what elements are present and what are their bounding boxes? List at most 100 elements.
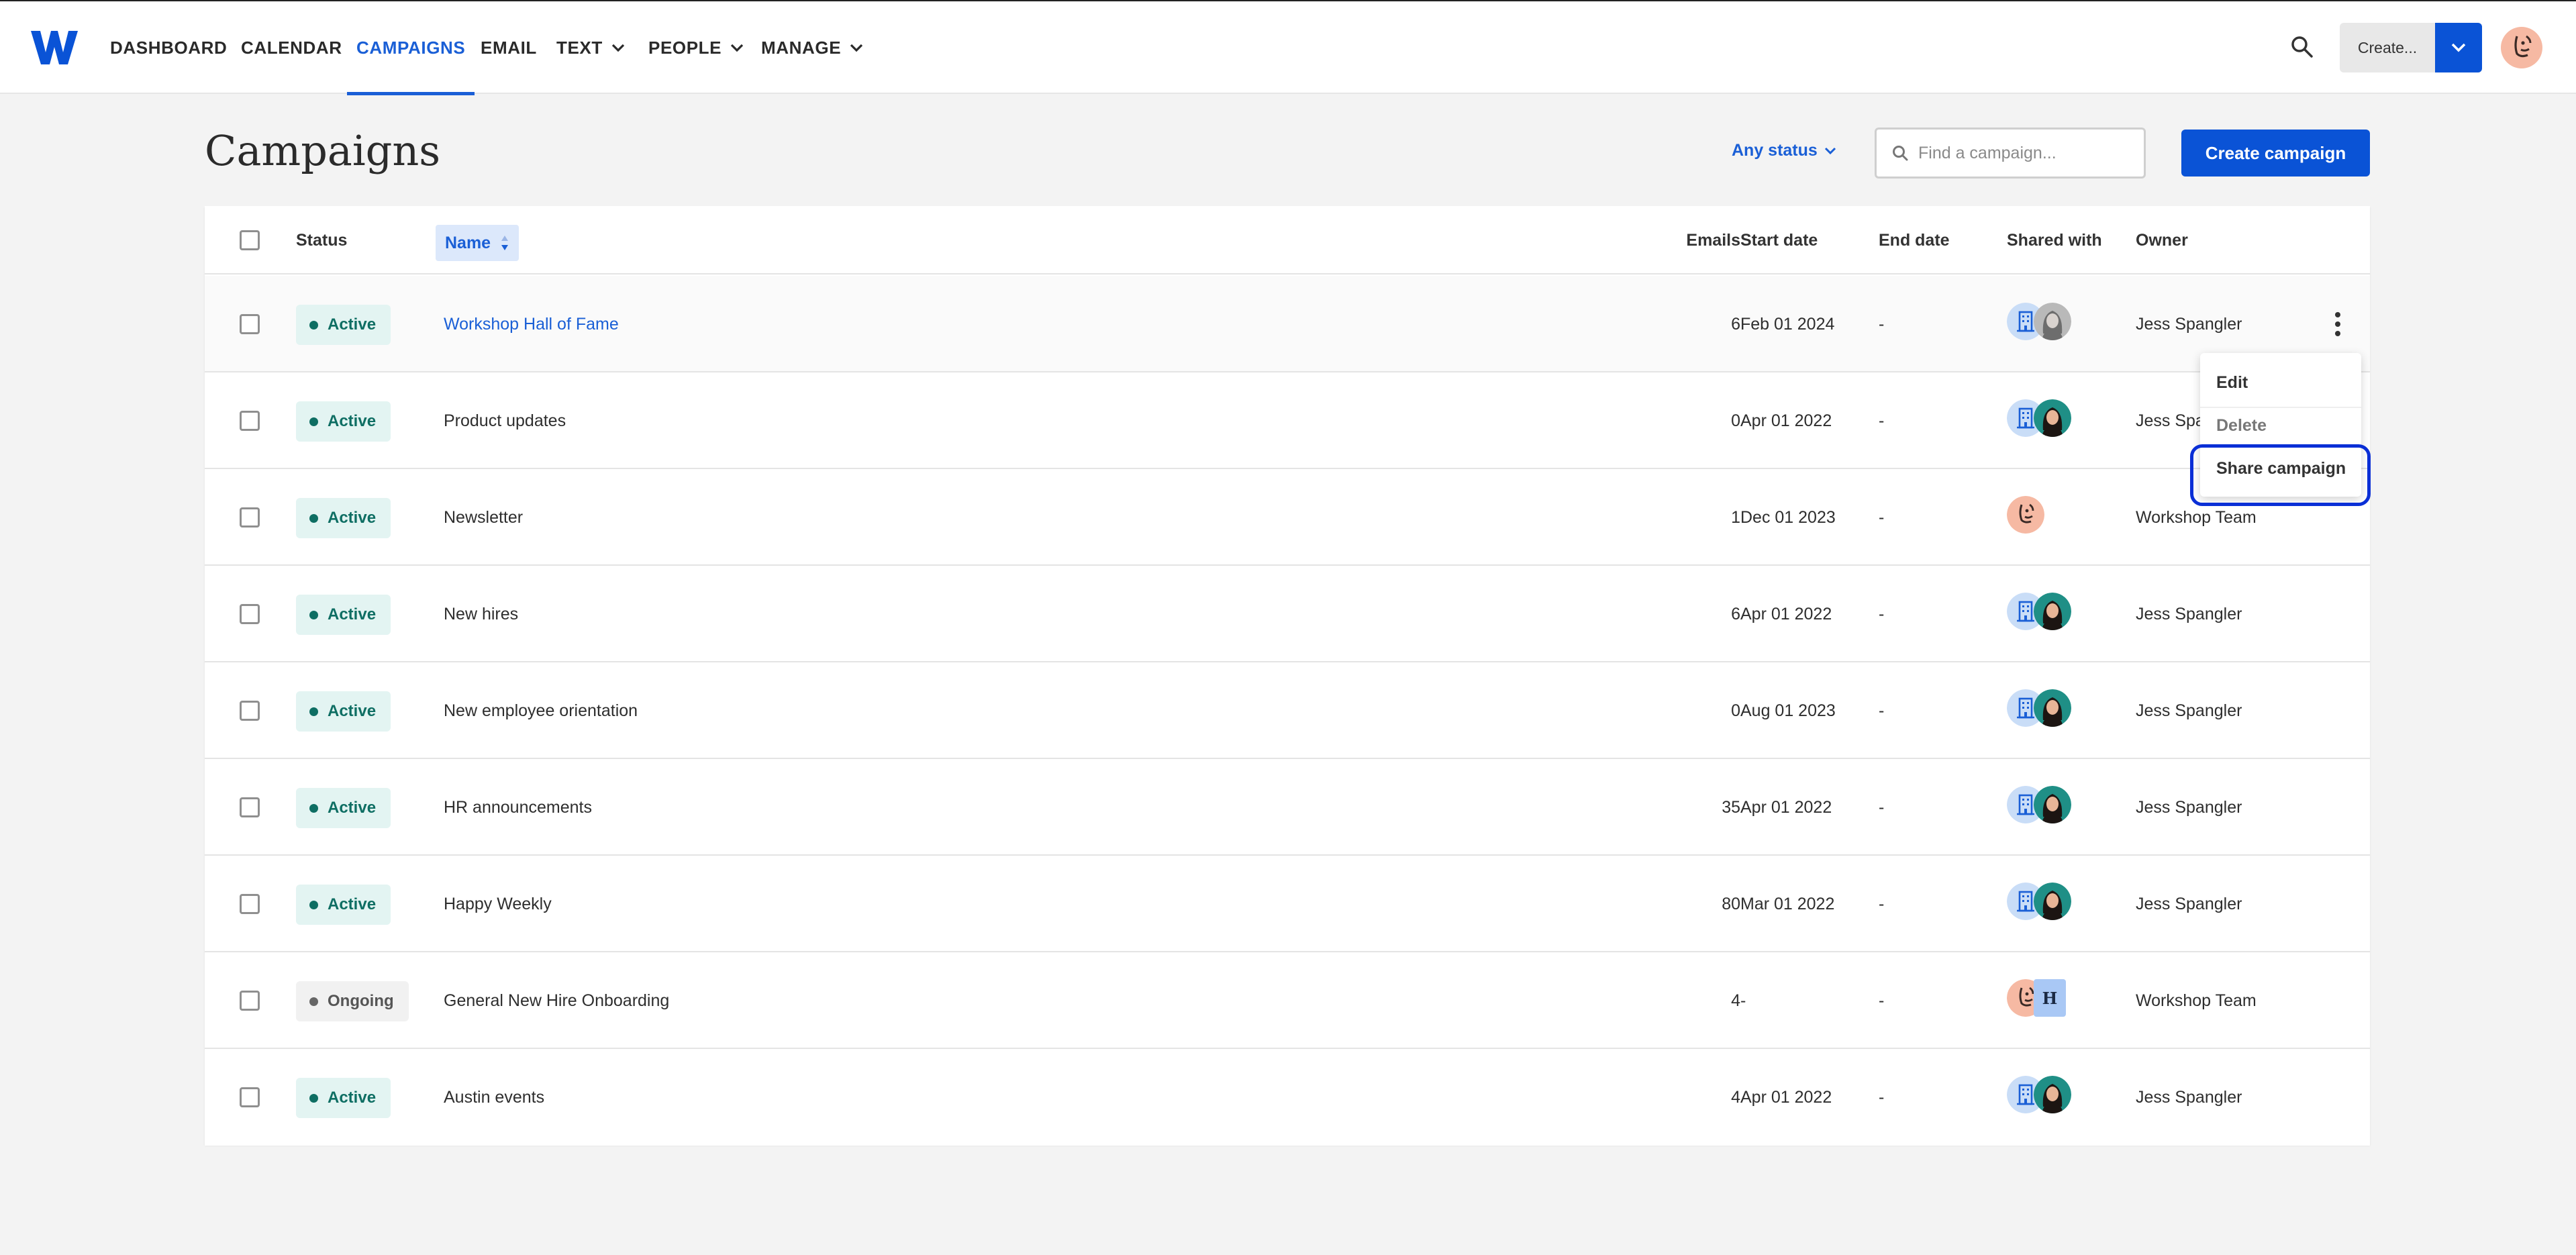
status-badge: Active xyxy=(296,595,391,635)
chevron-down-icon xyxy=(2451,43,2466,52)
search-icon[interactable] xyxy=(2289,34,2316,60)
row-checkbox[interactable] xyxy=(240,411,260,431)
create-campaign-button[interactable]: Create campaign xyxy=(2181,130,2370,177)
status-badge-label: Active xyxy=(328,509,377,527)
status-badge-label: Active xyxy=(328,799,377,817)
start-date: Apr 01 2022 xyxy=(1740,604,1832,623)
workshop-logo-icon[interactable] xyxy=(31,30,78,66)
table-row[interactable]: Active Happy Weekly 80 Mar 01 2022 - Jess Spa… xyxy=(205,856,2370,952)
column-header-status[interactable]: Status xyxy=(296,206,347,274)
row-checkbox[interactable] xyxy=(240,991,260,1011)
emails-count: 4 xyxy=(1731,1087,1740,1107)
row-checkbox[interactable] xyxy=(240,701,260,721)
user-avatar[interactable] xyxy=(2501,27,2542,68)
campaign-name[interactable]: New hires xyxy=(444,566,518,662)
status-badge-label: Active xyxy=(328,315,377,334)
status-badge: Ongoing xyxy=(296,981,409,1021)
shared-with-avatars[interactable] xyxy=(2007,786,2087,827)
status-filter-label: Any status xyxy=(1732,141,1818,160)
campaign-name[interactable]: Product updates xyxy=(444,372,566,469)
row-checkbox[interactable] xyxy=(240,507,260,528)
row-checkbox[interactable] xyxy=(240,314,260,334)
table-row[interactable]: Ongoing General New Hire Onboarding 4- - H Wo… xyxy=(205,952,2370,1049)
menu-divider xyxy=(2200,407,2361,408)
shared-with-avatars[interactable] xyxy=(2007,593,2087,634)
column-header-name[interactable]: Name xyxy=(436,225,519,261)
shared-with-avatars[interactable] xyxy=(2007,303,2087,344)
status-badge: Active xyxy=(296,788,391,828)
end-date: - xyxy=(1879,701,1885,720)
nav-item-label: PEOPLE xyxy=(648,37,722,58)
select-all-checkbox[interactable] xyxy=(240,230,260,250)
team-avatar-icon xyxy=(2007,496,2044,534)
person-avatar xyxy=(2034,689,2071,727)
owner-name: Jess Spangler xyxy=(2136,1087,2242,1107)
status-badge-label: Active xyxy=(328,1089,377,1107)
campaign-name[interactable]: New employee orientation xyxy=(444,662,638,759)
table-row[interactable]: Active New hires 6 Apr 01 2022 - Jess Spangle… xyxy=(205,566,2370,662)
shared-with-avatars[interactable] xyxy=(2007,1076,2087,1117)
owner-name: Jess Spangler xyxy=(2136,604,2242,623)
campaign-name[interactable]: Happy Weekly xyxy=(444,856,552,952)
column-header-emails[interactable]: Emails xyxy=(1607,206,1740,274)
nav-item-email[interactable]: EMAIL xyxy=(481,1,537,94)
status-filter-dropdown[interactable]: Any status xyxy=(1732,141,1836,160)
page-title: Campaigns xyxy=(205,126,441,175)
table-row[interactable]: Active Workshop Hall of Fame 6 Feb 01 2024 -… xyxy=(205,276,2370,372)
shared-with-avatars[interactable] xyxy=(2007,883,2087,924)
nav-item-dashboard[interactable]: DASHBOARD xyxy=(110,1,227,94)
status-dot xyxy=(309,997,318,1006)
create-button[interactable]: Create... xyxy=(2340,23,2435,72)
end-date: - xyxy=(1879,797,1885,817)
campaign-search-input[interactable] xyxy=(1918,143,2140,163)
nav-item-campaigns[interactable]: CAMPAIGNS xyxy=(346,1,475,95)
column-header-start-date[interactable]: Start date xyxy=(1740,206,1818,274)
row-checkbox[interactable] xyxy=(240,604,260,624)
campaign-name[interactable]: Workshop Hall of Fame xyxy=(444,276,619,372)
campaign-name[interactable]: General New Hire Onboarding xyxy=(444,952,669,1049)
emails-count: 6 xyxy=(1731,314,1740,334)
status-badge: Active xyxy=(296,691,391,732)
create-dropdown-button[interactable] xyxy=(2435,23,2482,72)
table-row[interactable]: Active HR announcements 35 Apr 01 2022 - Jess… xyxy=(205,759,2370,856)
column-header-end-date[interactable]: End date xyxy=(1879,206,1950,274)
column-header-owner[interactable]: Owner xyxy=(2136,206,2188,274)
row-checkbox[interactable] xyxy=(240,894,260,914)
campaign-name[interactable]: Newsletter xyxy=(444,469,523,566)
person-avatar xyxy=(2034,303,2071,340)
person-avatar xyxy=(2034,786,2071,823)
shared-with-avatars[interactable] xyxy=(2007,399,2087,441)
menu-item-edit[interactable]: Edit xyxy=(2216,373,2248,393)
nav-item-people[interactable]: PEOPLE xyxy=(648,1,744,94)
table-header: Status Name Emails Start date End date S… xyxy=(205,206,2370,274)
status-dot xyxy=(309,1093,318,1103)
shared-with-avatars[interactable]: H xyxy=(2007,979,2087,1021)
emails-count: 4 xyxy=(1731,991,1740,1010)
campaign-search-box[interactable] xyxy=(1875,128,2146,179)
status-badge: Active xyxy=(296,305,391,345)
menu-item-delete[interactable]: Delete xyxy=(2216,416,2267,436)
status-badge: Active xyxy=(296,498,391,538)
start-date: Dec 01 2023 xyxy=(1740,507,1836,527)
shared-with-avatars[interactable] xyxy=(2007,496,2087,538)
end-date: - xyxy=(1879,314,1885,334)
table-row[interactable]: Active Newsletter 1 Dec 01 2023- Workshop Te… xyxy=(205,469,2370,566)
start-date: Apr 01 2022 xyxy=(1740,1087,1832,1107)
nav-item-text[interactable]: TEXT xyxy=(556,1,626,94)
table-row[interactable]: Active New employee orientation 0 Aug 01 20… xyxy=(205,662,2370,759)
more-actions-icon[interactable] xyxy=(2334,311,2342,338)
nav-item-calendar[interactable]: CALENDAR xyxy=(241,1,342,94)
owner-name: Jess Spangler xyxy=(2136,797,2242,817)
search-icon xyxy=(1893,146,1908,161)
shared-with-avatars[interactable] xyxy=(2007,689,2087,731)
emails-count: 35 xyxy=(1722,797,1740,817)
person-avatar xyxy=(2034,593,2071,630)
table-row[interactable]: Active Austin events 4 Apr 01 2022 - Jess Spa… xyxy=(205,1049,2370,1146)
campaign-name[interactable]: Austin events xyxy=(444,1049,544,1146)
campaign-name[interactable]: HR announcements xyxy=(444,759,592,856)
row-checkbox[interactable] xyxy=(240,797,260,817)
nav-item-manage[interactable]: MANAGE xyxy=(761,1,864,94)
table-row[interactable]: Active Product updates 0 Apr 01 2022- Jess S… xyxy=(205,372,2370,469)
row-checkbox[interactable] xyxy=(240,1087,260,1107)
person-avatar xyxy=(2034,399,2071,437)
